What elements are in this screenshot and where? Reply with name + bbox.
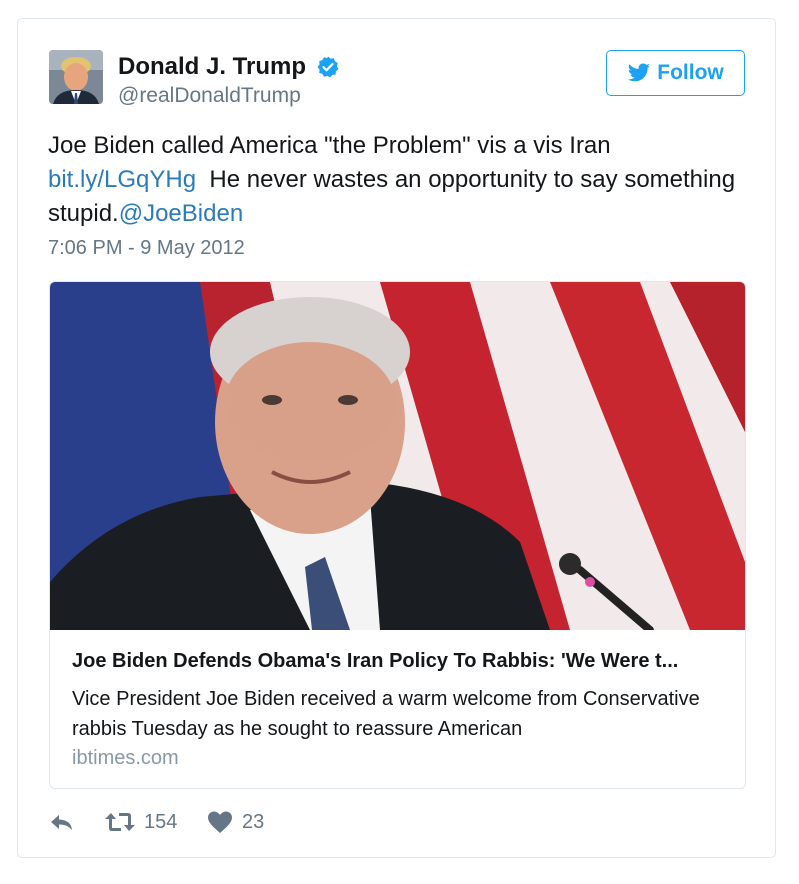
user-handle[interactable]: @realDonaldTrump: [118, 84, 301, 108]
avatar[interactable]: [49, 50, 103, 104]
tweet-text: Joe Biden called America "the Problem" v…: [48, 129, 748, 231]
avatar-image: [49, 50, 103, 104]
retweet-count: 154: [144, 810, 178, 833]
retweet-button[interactable]: 154: [104, 809, 177, 835]
like-count: 23: [242, 810, 265, 833]
retweet-icon: [105, 813, 135, 831]
tweet-actions: 154 23: [48, 809, 448, 839]
link-card[interactable]: Joe Biden Defends Obama's Iran Policy To…: [49, 281, 746, 789]
tweet-timestamp[interactable]: 7:06 PM - 9 May 2012: [48, 237, 245, 260]
card-description: Vice President Joe Biden received a warm…: [72, 688, 700, 740]
follow-button[interactable]: Follow: [606, 50, 745, 96]
twitter-bird-icon: [628, 63, 651, 82]
follow-label: Follow: [657, 61, 724, 84]
card-domain: ibtimes.com: [72, 747, 179, 769]
card-image: [50, 282, 745, 630]
reply-button[interactable]: [48, 809, 76, 835]
tweet-text-part-1: Joe Biden called America "the Problem" v…: [48, 132, 611, 159]
display-name[interactable]: Donald J. Trump: [118, 53, 306, 81]
heart-icon: [208, 811, 232, 833]
tweet-link[interactable]: bit.ly/LGqYHg: [48, 166, 196, 193]
reply-icon: [51, 815, 72, 830]
mention-link[interactable]: @JoeBiden: [119, 200, 243, 227]
like-button[interactable]: 23: [206, 809, 264, 835]
verified-badge-icon: [317, 56, 339, 78]
tweet-card: Donald J. Trump @realDonaldTrump Follow …: [17, 18, 776, 858]
card-title[interactable]: Joe Biden Defends Obama's Iran Policy To…: [72, 650, 732, 673]
